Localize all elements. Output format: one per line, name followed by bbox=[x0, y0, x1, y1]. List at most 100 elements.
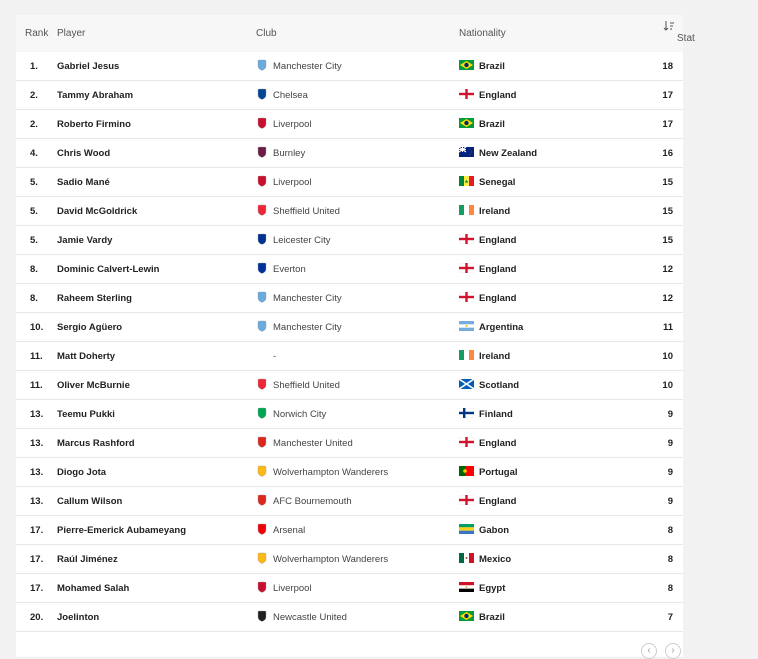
player-name-link[interactable]: Raúl Jiménez bbox=[57, 554, 118, 565]
stat-cell: 17 bbox=[662, 119, 673, 130]
club-name-link[interactable]: Arsenal bbox=[273, 525, 305, 536]
stats-table: Rank Player Club Nationality Stat 1. Gab… bbox=[16, 15, 695, 657]
player-name-link[interactable]: Raheem Sterling bbox=[57, 293, 132, 304]
player-name-link[interactable]: Pierre-Emerick Aubameyang bbox=[57, 525, 186, 536]
player-name-link[interactable]: Teemu Pukki bbox=[57, 409, 115, 420]
club-crest-icon bbox=[257, 146, 267, 158]
newzealand-flag-icon bbox=[459, 147, 474, 157]
player-name-link[interactable]: Dominic Calvert-Lewin bbox=[57, 264, 159, 275]
rank-cell: 11. bbox=[30, 380, 43, 391]
player-name-link[interactable]: Sadio Mané bbox=[57, 177, 110, 188]
player-name-link[interactable]: David McGoldrick bbox=[57, 206, 137, 217]
table-row[interactable]: 17. Mohamed Salah Liverpool Egypt 8 bbox=[16, 574, 683, 603]
club-crest-icon bbox=[257, 581, 267, 593]
rank-cell: 13. bbox=[30, 496, 44, 507]
club-crest-icon bbox=[257, 59, 267, 71]
rank-cell: 17. bbox=[30, 554, 44, 565]
club-name-link[interactable]: Wolverhampton Wanderers bbox=[273, 554, 388, 565]
sort-descending-icon[interactable] bbox=[663, 20, 675, 32]
table-row[interactable]: 4. Chris Wood Burnley New Zealand 16 bbox=[16, 139, 683, 168]
table-row[interactable]: 1. Gabriel Jesus Manchester City Brazil … bbox=[16, 52, 683, 81]
club-name-link[interactable]: Manchester City bbox=[273, 322, 342, 333]
club-name-link[interactable]: Wolverhampton Wanderers bbox=[273, 467, 388, 478]
club-name-link[interactable]: Manchester City bbox=[273, 293, 342, 304]
club-name-link[interactable]: Leicester City bbox=[273, 235, 331, 246]
nationality-cell: Senegal bbox=[479, 177, 516, 188]
header-club: Club bbox=[256, 28, 277, 39]
club-crest-icon bbox=[257, 291, 267, 303]
table-row[interactable]: 2. Tammy Abraham Chelsea England 17 bbox=[16, 81, 683, 110]
player-name-link[interactable]: Marcus Rashford bbox=[57, 438, 135, 449]
club-name-link[interactable]: Everton bbox=[273, 264, 306, 275]
nationality-cell: Brazil bbox=[479, 61, 505, 72]
club-name-link[interactable]: Sheffield United bbox=[273, 206, 340, 217]
ireland-flag-icon bbox=[459, 350, 474, 360]
table-row[interactable]: 17. Raúl Jiménez Wolverhampton Wanderers… bbox=[16, 545, 683, 574]
rank-cell: 5. bbox=[30, 206, 38, 217]
player-name-link[interactable]: Oliver McBurnie bbox=[57, 380, 130, 391]
club-crest-icon bbox=[257, 175, 267, 187]
player-name-link[interactable]: Tammy Abraham bbox=[57, 90, 133, 101]
nationality-cell: Egypt bbox=[479, 583, 506, 594]
club-name-link[interactable]: Liverpool bbox=[273, 583, 312, 594]
table-row[interactable]: 13. Callum Wilson AFC Bournemouth Englan… bbox=[16, 487, 683, 516]
stat-cell: 17 bbox=[662, 90, 673, 101]
rank-cell: 4. bbox=[30, 148, 38, 159]
rank-cell: 5. bbox=[30, 177, 38, 188]
nationality-cell: Ireland bbox=[479, 351, 511, 362]
club-name-link[interactable]: Norwich City bbox=[273, 409, 326, 420]
table-row[interactable]: 13. Marcus Rashford Manchester United En… bbox=[16, 429, 683, 458]
table-row[interactable]: 13. Diogo Jota Wolverhampton Wanderers P… bbox=[16, 458, 683, 487]
player-name-link[interactable]: Gabriel Jesus bbox=[57, 61, 119, 72]
club-name-link[interactable]: Liverpool bbox=[273, 177, 312, 188]
club-name-link[interactable]: Manchester United bbox=[273, 438, 353, 449]
club-crest-icon bbox=[257, 204, 267, 216]
mexico-flag-icon bbox=[459, 553, 474, 563]
club-name-link[interactable]: Chelsea bbox=[273, 90, 308, 101]
table-row[interactable]: 11. Matt Doherty - Ireland 10 bbox=[16, 342, 683, 371]
header-nationality: Nationality bbox=[459, 28, 506, 39]
table-row[interactable]: 10. Sergio Agüero Manchester City Argent… bbox=[16, 313, 683, 342]
table-row[interactable]: 5. David McGoldrick Sheffield United Ire… bbox=[16, 197, 683, 226]
club-name-link[interactable]: AFC Bournemouth bbox=[273, 496, 352, 507]
nationality-cell: Brazil bbox=[479, 612, 505, 623]
club-name-link[interactable]: Burnley bbox=[273, 148, 305, 159]
player-name-link[interactable]: Matt Doherty bbox=[57, 351, 115, 362]
table-row[interactable]: 11. Oliver McBurnie Sheffield United Sco… bbox=[16, 371, 683, 400]
club-name-link[interactable]: Liverpool bbox=[273, 119, 312, 130]
nationality-cell: England bbox=[479, 264, 517, 275]
club-name-link[interactable]: Newcastle United bbox=[273, 612, 347, 623]
argentina-flag-icon bbox=[459, 321, 474, 331]
table-row[interactable]: 17. Pierre-Emerick Aubameyang Arsenal Ga… bbox=[16, 516, 683, 545]
table-row[interactable]: 13. Teemu Pukki Norwich City Finland 9 bbox=[16, 400, 683, 429]
club-crest-icon bbox=[257, 262, 267, 274]
player-name-link[interactable]: Sergio Agüero bbox=[57, 322, 122, 333]
player-name-link[interactable]: Diogo Jota bbox=[57, 467, 106, 478]
player-name-link[interactable]: Mohamed Salah bbox=[57, 583, 129, 594]
stat-cell: 9 bbox=[667, 467, 673, 478]
header-stat[interactable]: Stat bbox=[663, 20, 695, 44]
stat-cell: 16 bbox=[662, 148, 673, 159]
rank-cell: 17. bbox=[30, 525, 44, 536]
club-name-link[interactable]: Sheffield United bbox=[273, 380, 340, 391]
club-name-link[interactable]: Manchester City bbox=[273, 61, 342, 72]
club-crest-icon bbox=[257, 117, 267, 129]
table-row[interactable]: 5. Jamie Vardy Leicester City England 15 bbox=[16, 226, 683, 255]
table-row[interactable]: 2. Roberto Firmino Liverpool Brazil 17 bbox=[16, 110, 683, 139]
table-row[interactable]: 5. Sadio Mané Liverpool Senegal 15 bbox=[16, 168, 683, 197]
table-row[interactable]: 20. Joelinton Newcastle United Brazil 7 bbox=[16, 603, 683, 632]
club-crest-icon bbox=[257, 378, 267, 390]
player-name-link[interactable]: Joelinton bbox=[57, 612, 99, 623]
club-name-link[interactable]: - bbox=[273, 351, 276, 362]
table-row[interactable]: 8. Dominic Calvert-Lewin Everton England… bbox=[16, 255, 683, 284]
rank-cell: 20. bbox=[30, 612, 44, 623]
table-row[interactable]: 8. Raheem Sterling Manchester City Engla… bbox=[16, 284, 683, 313]
nationality-cell: England bbox=[479, 90, 517, 101]
ireland-flag-icon bbox=[459, 205, 474, 215]
nationality-cell: England bbox=[479, 293, 517, 304]
player-name-link[interactable]: Jamie Vardy bbox=[57, 235, 112, 246]
player-name-link[interactable]: Roberto Firmino bbox=[57, 119, 131, 130]
player-name-link[interactable]: Callum Wilson bbox=[57, 496, 122, 507]
player-name-link[interactable]: Chris Wood bbox=[57, 148, 110, 159]
rank-cell: 1. bbox=[30, 61, 38, 72]
